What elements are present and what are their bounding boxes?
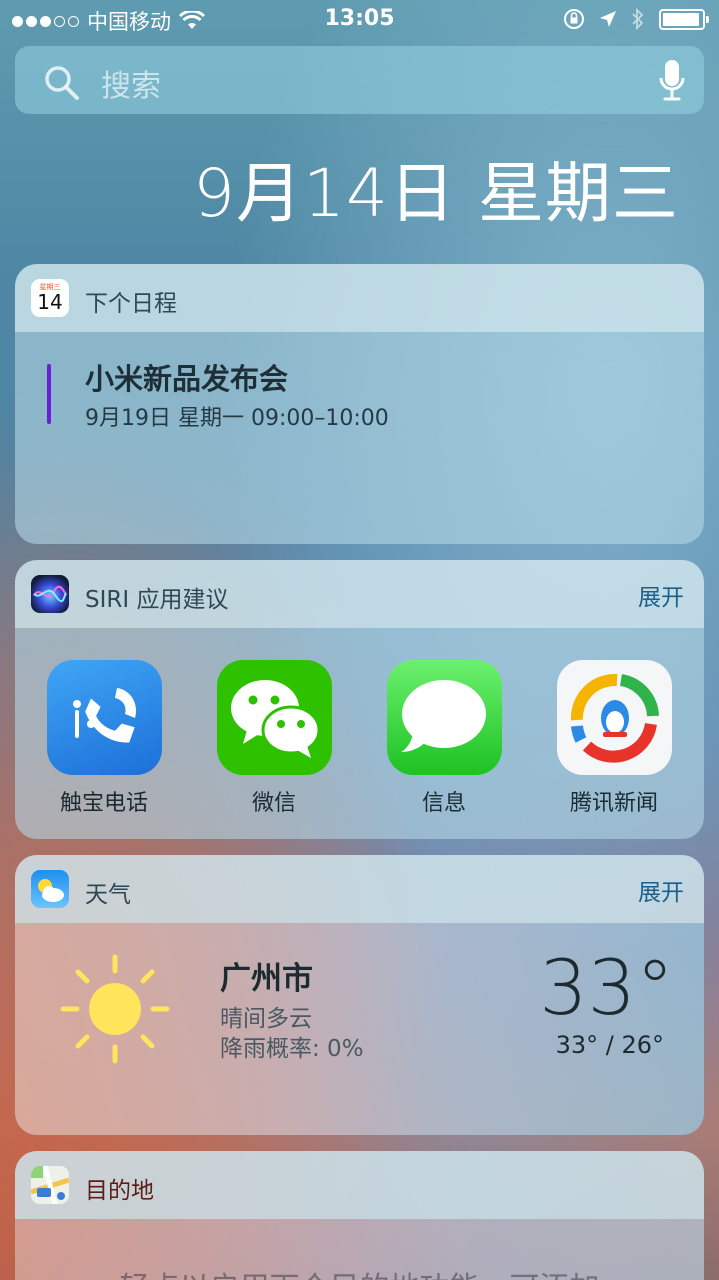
weather-city: 广州市 bbox=[220, 961, 313, 997]
search-placeholder: 搜索 bbox=[101, 69, 161, 104]
weather-expand-button[interactable]: 展开 bbox=[638, 873, 684, 907]
app-messages[interactable]: 信息 bbox=[374, 660, 514, 817]
date-header: 9月14日 星期三 bbox=[193, 155, 679, 232]
event-color-bar bbox=[47, 364, 51, 424]
search-icon bbox=[45, 66, 79, 100]
weather-widget-title: 天气 bbox=[85, 882, 131, 908]
status-icons bbox=[563, 8, 709, 30]
microphone-icon[interactable] bbox=[658, 58, 686, 104]
rotation-lock-icon bbox=[564, 9, 584, 29]
destination-widget[interactable]: 目的地 轻点以启用下个目的地功能，可添加 bbox=[15, 1151, 704, 1280]
location-icon bbox=[600, 11, 616, 27]
calendar-widget[interactable]: 星期三 14 下个日程 小米新品发布会 9月19日 星期一 09:00–10:0… bbox=[15, 264, 704, 544]
calendar-widget-title: 下个日程 bbox=[85, 291, 177, 317]
destination-hint: 轻点以启用下个目的地功能，可添加 bbox=[15, 1263, 704, 1280]
calendar-icon: 星期三 14 bbox=[31, 279, 69, 317]
siri-widget-title: SIRI 应用建议 bbox=[85, 587, 229, 613]
bluetooth-icon bbox=[632, 8, 644, 30]
calendar-widget-header[interactable]: 星期三 14 下个日程 bbox=[15, 264, 704, 332]
calendar-event[interactable]: 小米新品发布会 9月19日 星期一 09:00–10:00 bbox=[15, 332, 704, 544]
app-chubao-phone[interactable]: 触宝电话 bbox=[34, 660, 174, 817]
temperature-range: 33° / 26° bbox=[555, 1031, 664, 1059]
maps-app-icon bbox=[31, 1166, 69, 1204]
weather-app-icon bbox=[31, 870, 69, 908]
sunny-icon bbox=[60, 954, 170, 1064]
app-label: 信息 bbox=[421, 791, 466, 816]
weather-condition: 晴间多云 bbox=[220, 1006, 312, 1032]
event-title: 小米新品发布会 bbox=[85, 362, 289, 396]
siri-expand-button[interactable]: 展开 bbox=[638, 578, 684, 612]
destination-body[interactable]: 轻点以启用下个目的地功能，可添加 bbox=[15, 1219, 704, 1280]
app-label: 触宝电话 bbox=[59, 791, 148, 816]
weather-body[interactable]: 广州市 晴间多云 降雨概率: 0% 33° 33° / 26° bbox=[15, 923, 704, 1135]
search-field[interactable]: 搜索 bbox=[15, 46, 704, 114]
tencent-news-icon bbox=[556, 660, 672, 775]
wechat-icon bbox=[216, 660, 332, 775]
status-bar: 中国移动 13:05 bbox=[0, 0, 719, 40]
siri-widget-header: SIRI 应用建议 展开 bbox=[15, 560, 704, 628]
app-label: 微信 bbox=[251, 791, 296, 816]
destination-widget-header: 目的地 bbox=[15, 1151, 704, 1219]
messages-icon bbox=[386, 660, 502, 775]
siri-app-list: 触宝电话 微信 信息 腾讯新闻 bbox=[15, 628, 704, 839]
weather-widget[interactable]: 天气 展开 广州市 晴间多云 降雨概率: 0% 33° 33° / 26° bbox=[15, 855, 704, 1135]
destination-widget-title: 目的地 bbox=[85, 1178, 154, 1204]
phone-dial-icon bbox=[46, 660, 162, 775]
siri-icon bbox=[31, 575, 69, 613]
current-temperature: 33° bbox=[539, 943, 674, 1032]
battery-icon bbox=[659, 8, 709, 30]
calendar-icon-day: 14 bbox=[37, 290, 63, 314]
siri-suggestions-widget: SIRI 应用建议 展开 触宝电话 微信 信息 腾讯新闻 bbox=[15, 560, 704, 839]
app-wechat[interactable]: 微信 bbox=[204, 660, 344, 817]
rain-probability: 降雨概率: 0% bbox=[220, 1036, 364, 1062]
app-label: 腾讯新闻 bbox=[569, 791, 658, 816]
event-time: 9月19日 星期一 09:00–10:00 bbox=[85, 406, 389, 431]
app-tencent-news[interactable]: 腾讯新闻 bbox=[544, 660, 684, 817]
weather-widget-header: 天气 展开 bbox=[15, 855, 704, 923]
